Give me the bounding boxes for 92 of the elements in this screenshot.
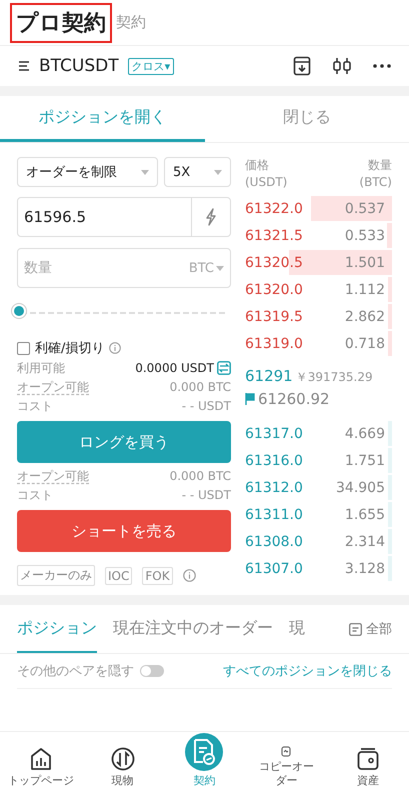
bid-quantity: 1.751 [344, 452, 385, 468]
fiat-price: ￥391735.29 [296, 369, 373, 386]
nav-item[interactable]: トップページ [0, 732, 82, 794]
column-unit: (BTC) [359, 174, 392, 191]
document-icon [281, 746, 292, 757]
ask-quantity: 0.533 [344, 228, 385, 244]
nav-item[interactable]: 契約 [164, 732, 246, 794]
bid-price[interactable]: 61307.0 [245, 560, 303, 576]
bid-price[interactable]: 61308.0 [245, 534, 303, 550]
dropdown-arrow-icon [214, 170, 222, 174]
more-icon[interactable] [373, 64, 391, 68]
hide-pairs-label: その他のペアを隠す [17, 663, 134, 680]
menu-icon[interactable] [18, 60, 32, 72]
sell-short-button[interactable]: ショートを売る [17, 510, 231, 552]
info-value: 0.000 BTC [170, 380, 231, 394]
ask-quantity: 1.112 [344, 282, 385, 298]
info-label: コスト [17, 486, 54, 504]
ask-quantity: 0.718 [344, 336, 385, 352]
list-icon[interactable] [349, 622, 362, 636]
dropdown-arrow-icon [141, 170, 149, 174]
ask-price[interactable]: 61320.0 [245, 282, 303, 298]
nav-item[interactable]: コピーオーダー [245, 732, 328, 794]
contract-icon [185, 733, 224, 771]
title-tab[interactable]: 契約 [116, 13, 146, 32]
unit-select[interactable]: BTC [188, 260, 214, 276]
ask-price[interactable]: 61319.5 [245, 308, 303, 324]
bid-quantity: 3.128 [344, 560, 385, 576]
info-icon[interactable] [109, 342, 122, 354]
bid-price[interactable]: 61311.0 [245, 506, 303, 522]
position-tab[interactable]: 現 [289, 605, 305, 653]
info-value: 0.000 BTC [170, 469, 231, 483]
exchange-icon [110, 747, 135, 771]
ask-price[interactable]: 61320.5 [245, 254, 303, 270]
bid-quantity: 1.655 [344, 506, 385, 522]
ask-quantity: 1.501 [344, 254, 385, 270]
column-header: 数量 [368, 157, 392, 174]
ask-quantity: 2.862 [344, 308, 385, 324]
bid-quantity: 4.669 [344, 426, 385, 442]
order-option-chip[interactable]: メーカーのみ [17, 565, 95, 586]
bid-quantity: 34.905 [336, 480, 385, 496]
info-icon[interactable] [182, 569, 196, 582]
ask-quantity: 0.537 [344, 200, 385, 216]
lightning-icon[interactable] [205, 208, 217, 226]
bid-price[interactable]: 61312.0 [245, 480, 303, 496]
ask-price[interactable]: 61319.0 [245, 336, 303, 352]
checkbox[interactable] [17, 342, 30, 354]
filter-label[interactable]: 全部 [366, 620, 392, 638]
home-chart-icon [28, 747, 53, 771]
tp-sl-label: 利確/損切り [35, 340, 104, 357]
ask-price[interactable]: 61321.5 [245, 228, 303, 244]
order-option-chip[interactable]: FOK [142, 566, 173, 584]
margin-mode-badge[interactable]: クロス▾ [128, 58, 174, 74]
slider-handle[interactable] [14, 306, 24, 316]
info-value: - - USDT [182, 399, 231, 413]
price-field[interactable]: 61596.5 [17, 197, 231, 237]
document-icon[interactable] [293, 56, 311, 76]
info-value: 0.0000 USDT [135, 361, 214, 375]
price-input[interactable]: 61596.5 [18, 198, 191, 236]
order-type-select[interactable]: オーダーを制限 [17, 157, 158, 187]
bid-price[interactable]: 61316.0 [245, 452, 303, 468]
nav-item[interactable]: 資産 [327, 732, 409, 794]
trade-tab[interactable]: 閉じる [204, 96, 409, 142]
dropdown-arrow-icon [216, 266, 224, 270]
leverage-select[interactable]: 5X [164, 157, 231, 187]
column-unit: (USDT) [245, 174, 288, 191]
mark-price: 61260.92 [258, 390, 330, 408]
ask-price[interactable]: 61322.0 [245, 200, 303, 216]
wallet-icon [357, 747, 380, 771]
symbol-label[interactable]: BTCUSDT [39, 56, 119, 76]
trade-tab[interactable]: ポジションを開く [0, 96, 204, 142]
last-price: 61291 [245, 367, 293, 385]
bid-price[interactable]: 61317.0 [245, 426, 303, 442]
info-label: オープン可能 [17, 468, 89, 484]
depth-bar [387, 223, 392, 248]
transfer-icon[interactable] [217, 361, 231, 375]
position-tab[interactable]: 現在注文中のオーダー [113, 605, 273, 653]
column-header: 価格 [245, 157, 270, 174]
nav-item[interactable]: 現物 [82, 732, 164, 794]
flag-icon [245, 393, 255, 405]
position-tab[interactable]: ポジション [17, 605, 97, 653]
title-tab[interactable]: プロ契約 [10, 2, 112, 42]
bid-quantity: 2.314 [344, 534, 385, 550]
info-label: コスト [17, 398, 54, 414]
close-all-link[interactable]: すべてのポジションを閉じる [223, 662, 392, 680]
buy-long-button[interactable]: ロングを買う [17, 421, 231, 463]
info-label: 利用可能 [17, 360, 66, 376]
order-option-chip[interactable]: IOC [105, 566, 132, 584]
candlestick-icon[interactable] [332, 57, 352, 75]
quantity-field[interactable]: 数量 BTC [17, 248, 231, 288]
info-label: オープン可能 [17, 378, 89, 396]
info-value: - - USDT [182, 488, 231, 502]
toggle-switch[interactable] [140, 665, 164, 677]
